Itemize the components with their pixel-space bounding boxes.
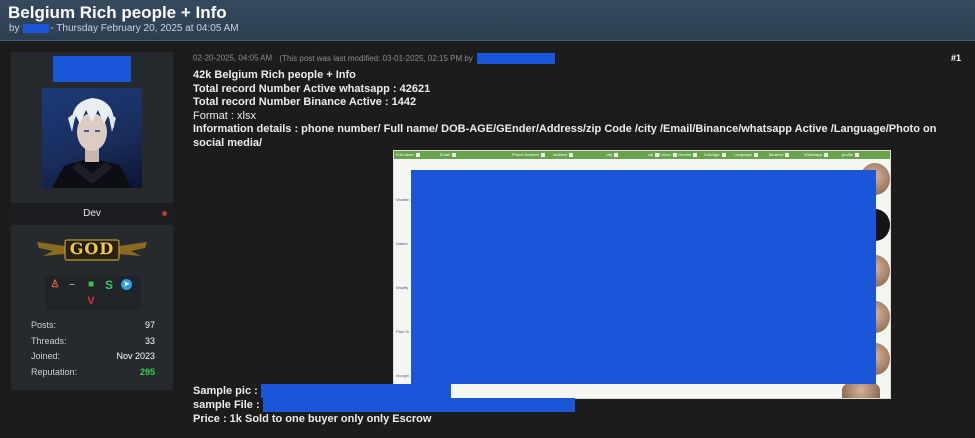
sheet-column: Dob/Age — [704, 152, 726, 157]
sample-pic-line: Sample pic : — [193, 384, 693, 399]
sample-spreadsheet-image[interactable]: Full name Email Phone Number address cit… — [393, 150, 891, 399]
v-heart-icon[interactable]: V — [85, 295, 97, 307]
stat-value: 97 — [144, 320, 155, 330]
post-meta: 02-20-2025, 04:05 AM (This post was last… — [193, 53, 556, 64]
dollar-s-icon[interactable]: S — [103, 279, 115, 291]
user-icon[interactable]: ♙ — [49, 279, 61, 291]
stat-value: 33 — [144, 335, 155, 346]
award-icons: ♙ – ■ S ➤ V — [45, 276, 141, 310]
sheet-column: city — [606, 152, 618, 157]
editor-redaction[interactable] — [477, 53, 556, 64]
author-redaction[interactable] — [23, 23, 50, 33]
sample-file-link-redaction[interactable] — [262, 398, 575, 413]
avatar[interactable] — [42, 88, 142, 188]
user-name-bar: Dev — [11, 203, 173, 225]
thread-meta: by - Thursday February 20, 2025 at 04:05… — [9, 23, 239, 34]
stat-joined: Joined: Nov 2023 — [31, 351, 155, 367]
price-line: Price : 1k Sold to one buyer only only E… — [193, 413, 432, 425]
sheet-row-name: Incogni — [396, 373, 409, 378]
telegram-icon[interactable]: ➤ — [121, 279, 132, 290]
stat-label: Posts: — [31, 320, 57, 330]
sheet-column: zip — [648, 152, 660, 157]
post-number[interactable]: #1 — [951, 53, 961, 63]
reputation-value[interactable]: 295 — [140, 367, 155, 377]
sheet-column: Email — [440, 152, 457, 157]
status-dot-icon — [162, 211, 167, 216]
sheet-column: Colum — [659, 152, 676, 157]
sheet-column: address — [553, 152, 574, 157]
post-date: 02-20-2025, 04:05 AM — [193, 53, 273, 63]
sheet-column: Full name — [396, 152, 419, 157]
lock-icon[interactable]: ■ — [85, 279, 97, 291]
thread-title: Belgium Rich people + Info — [8, 3, 227, 22]
sheet-row-name: Paul Gi — [396, 329, 410, 334]
stat-label: Threads: — [31, 335, 67, 346]
thread-date: - Thursday February 20, 2025 at 04:05 AM — [50, 23, 239, 34]
post-line: social media/ — [193, 136, 263, 149]
post-line: Total record Number Active whatsapp : 42… — [193, 82, 431, 95]
user-name[interactable]: Dev — [11, 208, 173, 219]
post-line: Information details : phone number/ Full… — [193, 123, 937, 135]
sheet-column: Whatsapp — [804, 152, 829, 157]
thread-header: Belgium Rich people + Info by - Thursday… — [0, 0, 975, 41]
sheet-header: Full name Email Phone Number address cit… — [394, 151, 890, 159]
sample-pic-label: Sample pic : — [193, 385, 258, 397]
post-line: Total record Number Binance Active : 144… — [193, 96, 417, 108]
sample-pic-link-redaction[interactable] — [260, 384, 451, 399]
stat-label: Reputation: — [31, 366, 78, 377]
avatar-portrait — [52, 98, 132, 188]
sheet-row-name: Dalem — [396, 241, 408, 246]
rank-label: GOD — [69, 239, 115, 258]
sheet-column: Gender — [678, 152, 698, 157]
stat-threads: Threads: 33 — [31, 336, 155, 352]
sheet-column: Language — [734, 152, 758, 157]
post-modified-note: (This post was last modified: 03-01-2025… — [279, 53, 473, 63]
sheet-column: Phone Number — [512, 152, 545, 157]
sheet-column: profile — [842, 152, 859, 157]
user-stats: Posts: 97 Threads: 33 Joined: Nov 2023 R… — [31, 320, 155, 382]
stat-reputation: Reputation: 295 — [31, 367, 155, 383]
post-body: 42k Belgium Rich people + Info Total rec… — [193, 69, 953, 150]
user-panel: Dev GOD ♙ – ■ S ➤ V Posts: 97 Threads: 3… — [11, 52, 173, 390]
rank-badge: GOD — [35, 234, 149, 264]
stat-posts: Posts: 97 — [31, 320, 155, 336]
username-redaction[interactable] — [53, 56, 131, 82]
post-footer: Sample pic : sample File : Price : 1k So… — [193, 384, 693, 426]
sample-file-label: sample File : — [193, 399, 260, 411]
sheet-row-name: Vanden — [396, 197, 410, 202]
post-line: 42k Belgium Rich people + Info — [193, 69, 356, 81]
post-line: Format : xlsx — [193, 109, 256, 122]
sheet-row-name: Wouffy — [396, 285, 409, 290]
sheet-column: Binance — [769, 152, 791, 157]
stat-label: Joined: — [31, 351, 61, 361]
dash-icon[interactable]: – — [66, 279, 78, 291]
sample-redaction — [411, 170, 876, 384]
by-label: by — [9, 23, 20, 34]
sample-file-line: sample File : — [193, 398, 693, 413]
stat-value: Nov 2023 — [116, 351, 155, 361]
